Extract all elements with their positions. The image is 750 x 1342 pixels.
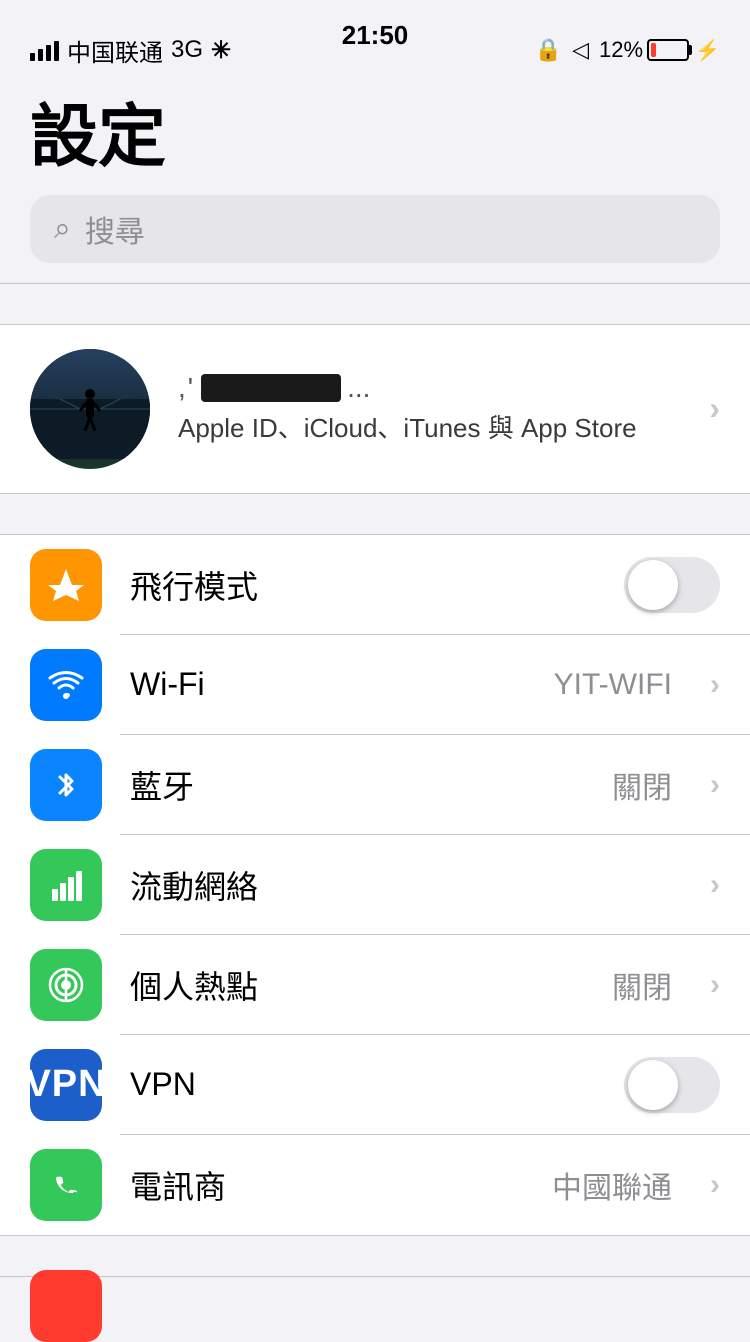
vpn-icon-wrap: VPN bbox=[30, 1049, 102, 1121]
charging-icon: ⚡ bbox=[695, 38, 720, 63]
battery-fill bbox=[651, 43, 656, 57]
hotspot-icon-wrap bbox=[30, 949, 102, 1021]
settings-item-bluetooth[interactable]: 藍牙 關閉 › bbox=[0, 735, 750, 835]
network-type: 3G bbox=[171, 36, 203, 64]
bluetooth-icon-wrap bbox=[30, 749, 102, 821]
vpn-label: VPN bbox=[130, 1066, 596, 1103]
bottom-gap bbox=[0, 1236, 750, 1276]
cellular-icon-wrap bbox=[30, 849, 102, 921]
bluetooth-value: 關閉 bbox=[612, 763, 672, 807]
loading-icon: ✳ bbox=[211, 36, 231, 65]
carrier-chevron: › bbox=[710, 1168, 720, 1202]
settings-item-vpn[interactable]: VPN VPN bbox=[0, 1035, 750, 1135]
settings-item-airplane[interactable]: 飛行模式 bbox=[0, 535, 750, 635]
battery-icon bbox=[647, 39, 689, 61]
toggle-knob bbox=[628, 560, 678, 610]
name-dots: ,' bbox=[178, 372, 195, 404]
carrier-label: 電訊商 bbox=[130, 1162, 524, 1208]
cellular-chevron: › bbox=[710, 868, 720, 902]
status-left: 中国联通 3G ✳ bbox=[30, 33, 231, 68]
airplane-icon bbox=[46, 565, 86, 605]
battery-percent: 12% bbox=[599, 37, 643, 63]
wifi-value: YIT-WIFI bbox=[554, 668, 672, 702]
wifi-icon-wrap bbox=[30, 649, 102, 721]
apple-id-info: ,' ... Apple ID、iCloud、iTunes 與 App Stor… bbox=[178, 372, 681, 446]
settings-item-cellular[interactable]: 流動網絡 › bbox=[0, 835, 750, 935]
status-time: 21:50 bbox=[342, 20, 409, 51]
cellular-icon bbox=[46, 865, 86, 905]
wifi-icon bbox=[46, 665, 86, 705]
bluetooth-label: 藍牙 bbox=[130, 762, 584, 808]
vpn-toggle-knob bbox=[628, 1060, 678, 1110]
bluetooth-icon bbox=[46, 765, 86, 805]
hotspot-chevron: › bbox=[710, 968, 720, 1002]
airplane-icon-wrap bbox=[30, 549, 102, 621]
carrier-text: 中国联通 bbox=[67, 33, 163, 68]
wifi-chevron: › bbox=[710, 668, 720, 702]
name-dots-2: ... bbox=[347, 372, 370, 404]
hotspot-value: 關閉 bbox=[612, 963, 672, 1007]
apple-id-subtitle: Apple ID、iCloud、iTunes 與 App Store bbox=[178, 410, 681, 446]
page-title: 設定 bbox=[30, 100, 720, 175]
apple-id-name-masked: ,' ... bbox=[178, 372, 681, 404]
avatar-svg bbox=[30, 349, 150, 459]
apple-id-row[interactable]: ,' ... Apple ID、iCloud、iTunes 與 App Stor… bbox=[0, 324, 750, 494]
section-gap-1 bbox=[0, 284, 750, 324]
carrier-value: 中國聯通 bbox=[552, 1163, 672, 1207]
settings-section-network: 飛行模式 Wi-Fi YIT-WIFI › 藍牙 關閉 › bbox=[0, 534, 750, 1236]
airplane-label: 飛行模式 bbox=[130, 562, 596, 608]
location-icon: ◁ bbox=[572, 37, 589, 63]
cellular-label: 流動網絡 bbox=[130, 862, 682, 908]
next-section-icon bbox=[30, 1270, 102, 1342]
airplane-toggle[interactable] bbox=[624, 557, 720, 613]
status-bar: 中国联通 3G ✳ 21:50 🔒 ◁ 12% ⚡ bbox=[0, 0, 750, 80]
avatar-image bbox=[30, 349, 150, 469]
section-gap-2 bbox=[0, 494, 750, 534]
lock-icon: 🔒 bbox=[535, 37, 562, 63]
battery-container: 12% ⚡ bbox=[599, 37, 720, 63]
page-title-area: 設定 bbox=[0, 80, 750, 185]
settings-item-wifi[interactable]: Wi-Fi YIT-WIFI › bbox=[0, 635, 750, 735]
settings-item-carrier[interactable]: 電訊商 中國聯通 › bbox=[0, 1135, 750, 1235]
wifi-label: Wi-Fi bbox=[130, 666, 526, 703]
bottom-red-hint bbox=[0, 1276, 750, 1306]
carrier-icon-wrap bbox=[30, 1149, 102, 1221]
search-container: ⌕ 搜尋 bbox=[0, 185, 750, 283]
name-masked-block bbox=[201, 374, 341, 402]
apple-id-chevron: › bbox=[709, 390, 720, 427]
vpn-toggle[interactable] bbox=[624, 1057, 720, 1113]
phone-icon bbox=[46, 1165, 86, 1205]
search-placeholder: 搜尋 bbox=[85, 207, 145, 251]
avatar bbox=[30, 349, 150, 469]
bluetooth-chevron: › bbox=[710, 768, 720, 802]
settings-item-hotspot[interactable]: 個人熱點 關閉 › bbox=[0, 935, 750, 1035]
hotspot-label: 個人熱點 bbox=[130, 962, 584, 1008]
hotspot-icon bbox=[46, 965, 86, 1005]
vpn-icon-text: VPN bbox=[25, 1063, 106, 1106]
search-bar[interactable]: ⌕ 搜尋 bbox=[30, 195, 720, 263]
signal-bars-icon bbox=[30, 39, 59, 61]
status-right: 🔒 ◁ 12% ⚡ bbox=[535, 37, 720, 63]
search-icon: ⌕ bbox=[54, 212, 71, 246]
